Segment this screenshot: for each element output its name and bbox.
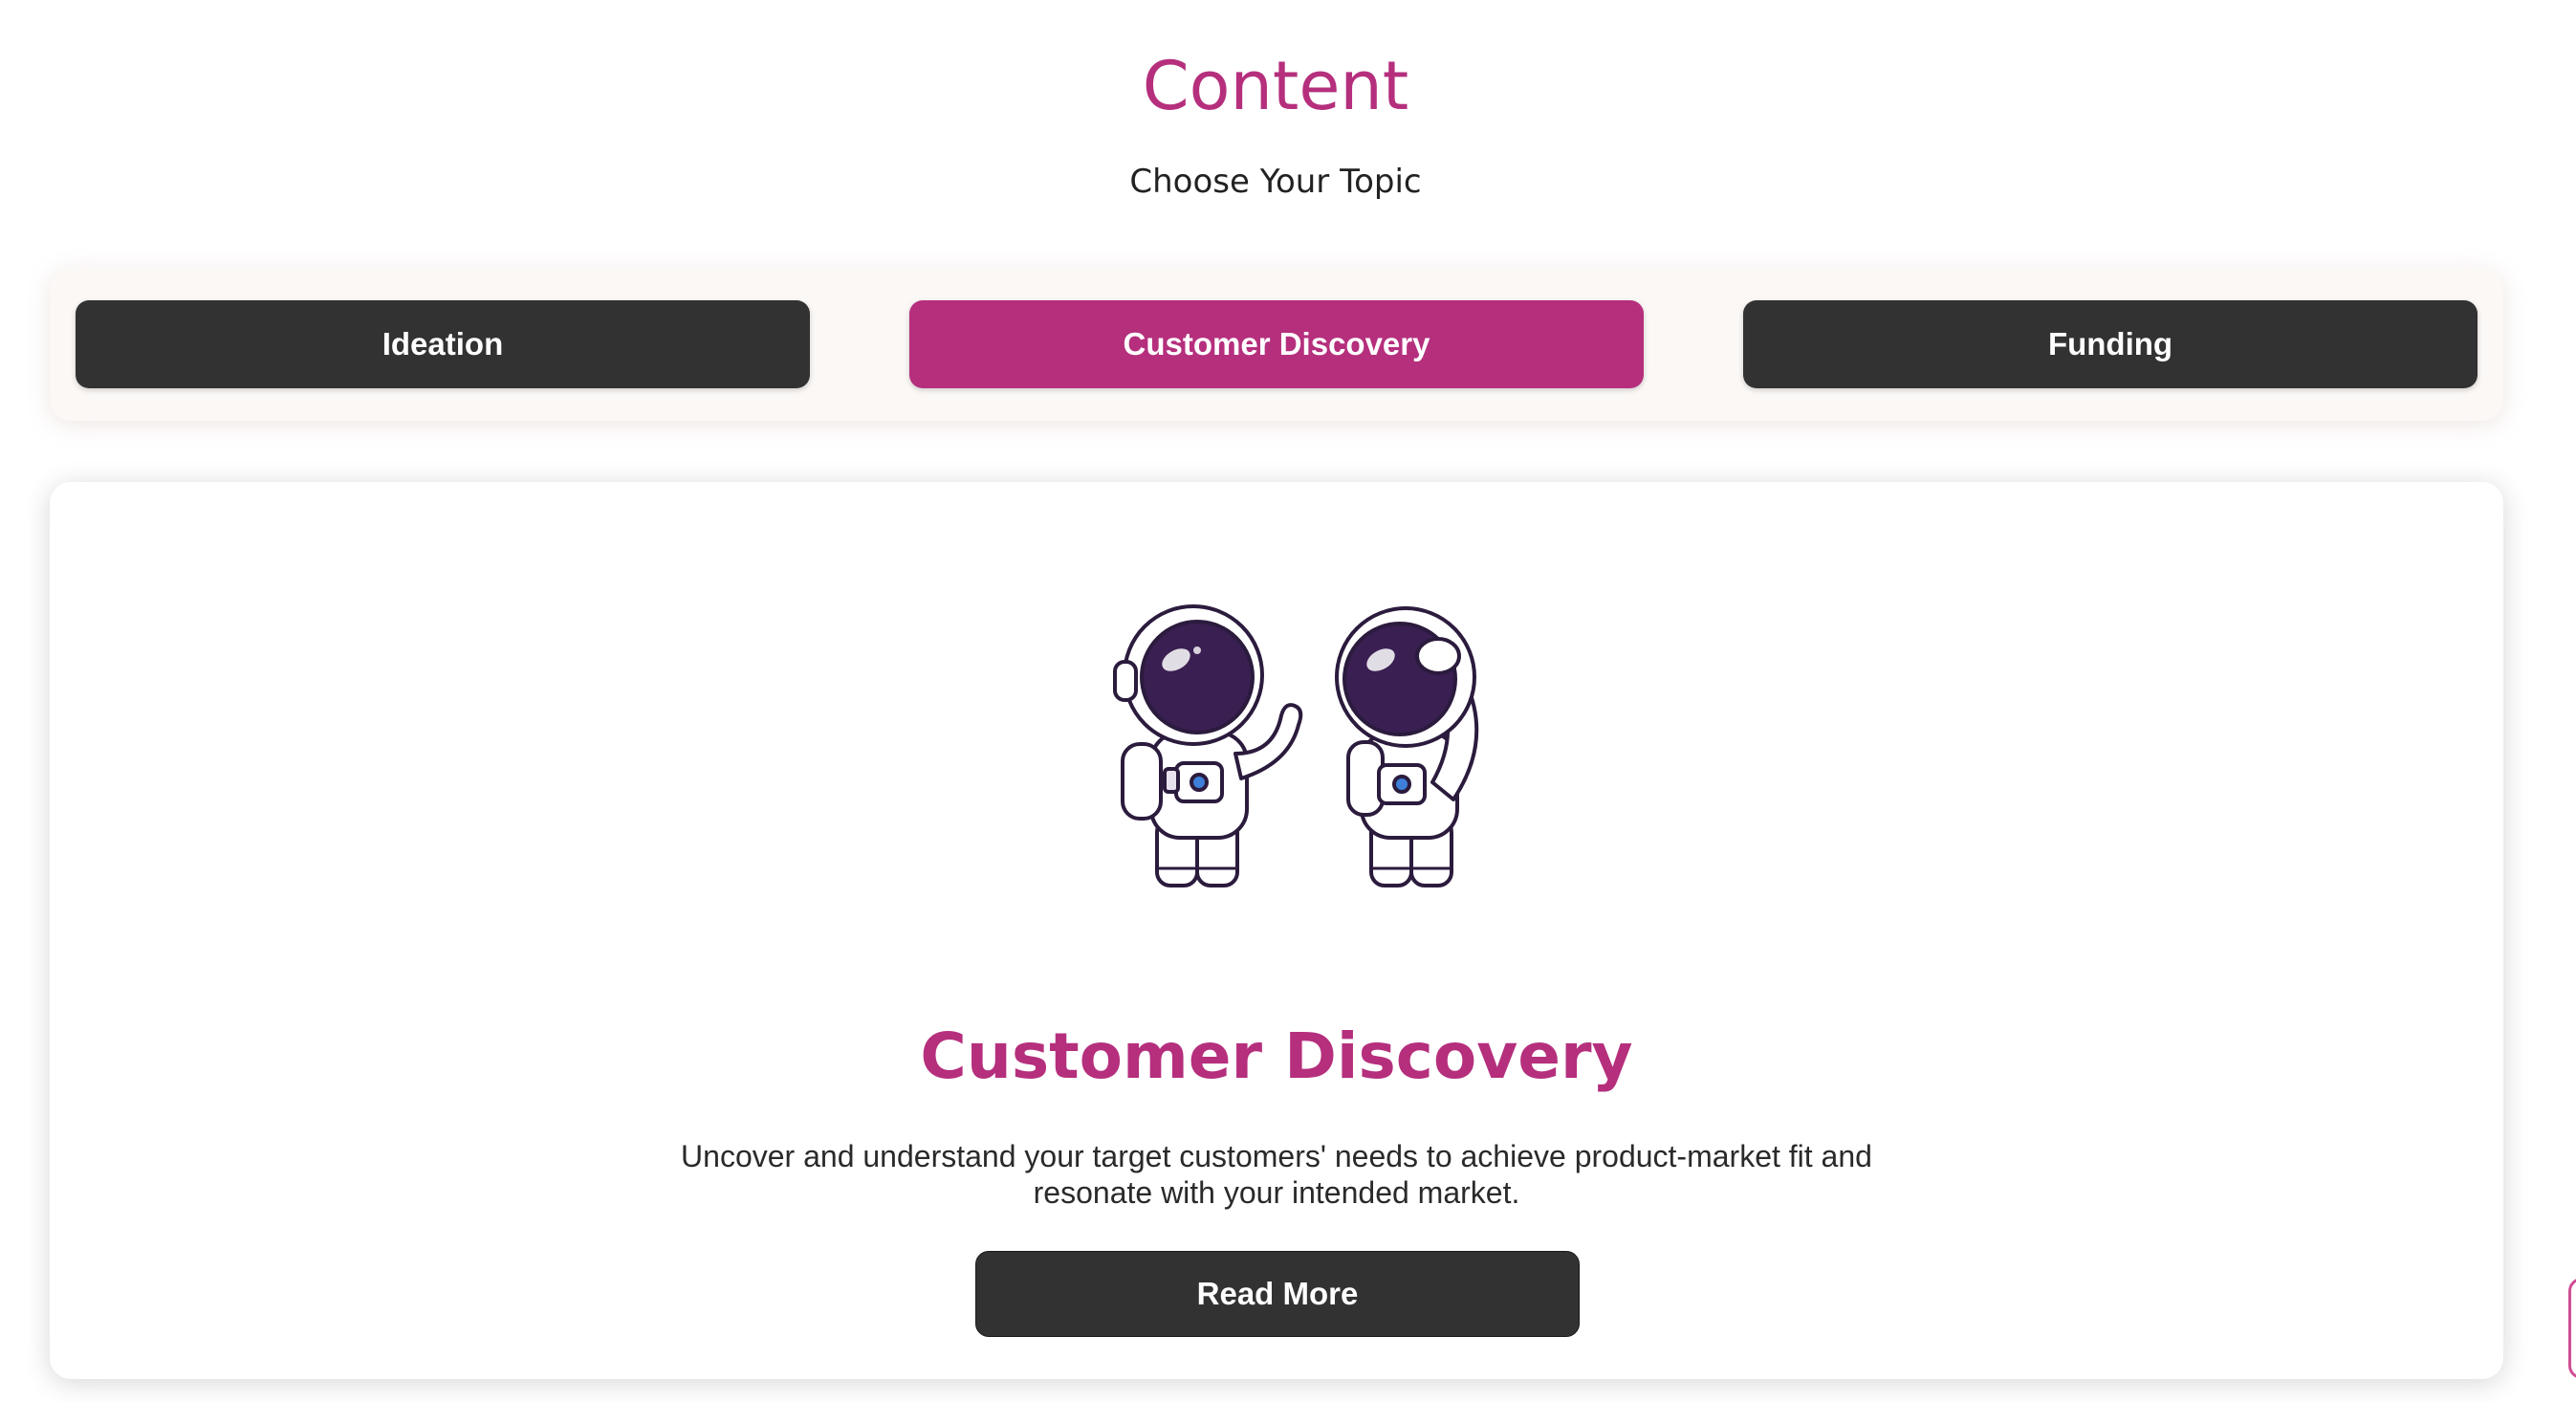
card-description: Uncover and understand your target custo…: [681, 1139, 1872, 1210]
right-astronaut: [1335, 606, 1479, 887]
topic-tab-bar: Ideation Customer Discovery Funding: [50, 268, 2503, 421]
left-astronaut: [1113, 604, 1303, 887]
astronauts-illustration: [1113, 604, 1479, 887]
page: Content Choose Your Topic Ideation Custo…: [0, 0, 2576, 1402]
tab-ideation[interactable]: Ideation: [76, 300, 810, 388]
side-widget-tab[interactable]: [2568, 1278, 2576, 1379]
page-subtitle: Choose Your Topic: [1129, 163, 1422, 201]
tab-customer-discovery[interactable]: Customer Discovery: [909, 300, 1644, 388]
read-more-button[interactable]: Read More: [975, 1251, 1580, 1337]
card-title: Customer Discovery: [920, 1019, 1633, 1093]
tab-funding[interactable]: Funding: [1743, 300, 2478, 388]
topic-card: Customer Discovery Uncover and understan…: [50, 482, 2503, 1379]
page-title: Content: [1142, 47, 1409, 125]
